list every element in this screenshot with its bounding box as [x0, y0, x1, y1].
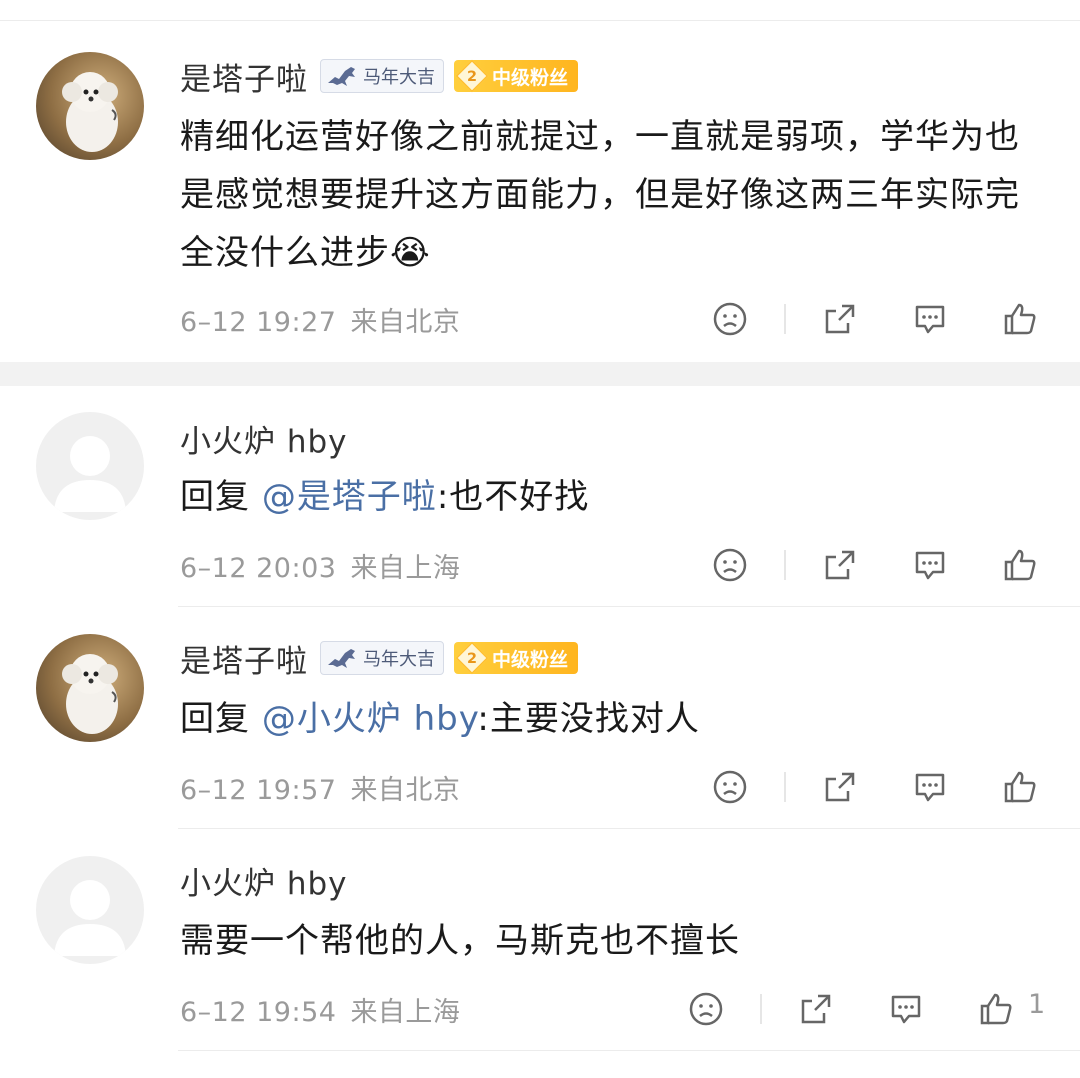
action-bar	[700, 297, 1050, 341]
comment-text: 回复 @小火炉 hby:主要没找对人	[180, 690, 1040, 748]
year-badge[interactable]: 马年大吉	[320, 59, 444, 93]
timestamp: 6–12 19:54	[180, 997, 337, 1028]
username[interactable]: 是塔子啦	[180, 54, 308, 99]
comment-header: 是塔子啦 马年大吉 2 中级粉丝	[180, 636, 579, 681]
share-icon[interactable]	[820, 767, 860, 807]
location: 来自北京	[350, 775, 461, 806]
comment-meta: 6–12 20:03 来自上海	[180, 546, 460, 585]
username[interactable]: 小火炉 hby	[180, 416, 348, 461]
action-separator	[760, 994, 762, 1024]
action-bar: 1	[676, 987, 1045, 1031]
avatar[interactable]	[36, 634, 144, 742]
comment-meta: 6–12 19:57 来自北京	[180, 768, 460, 807]
comment-header: 小火炉 hby	[180, 858, 348, 902]
comment-bubble-icon[interactable]	[910, 767, 950, 807]
action-bar	[700, 543, 1050, 587]
year-badge-label: 马年大吉	[363, 649, 435, 670]
action-separator	[784, 304, 786, 334]
like-count: 1	[1028, 989, 1046, 1020]
row-divider	[178, 828, 1080, 829]
comment-bubble-icon[interactable]	[910, 545, 950, 585]
comment-body: :主要没找对人	[477, 699, 700, 739]
row-divider	[178, 1050, 1080, 1051]
fan-badge[interactable]: 2 中级粉丝	[454, 641, 579, 675]
comment-text: 回复 @是塔子啦:也不好找	[180, 468, 1040, 526]
comment-text: 需要一个帮他的人，马斯克也不擅长	[180, 912, 1040, 970]
horse-icon	[328, 649, 355, 668]
reply-prefix: 回复	[180, 699, 250, 739]
frown-face-icon[interactable]	[710, 767, 750, 807]
crying-laugh-emoji: 😭	[390, 233, 431, 273]
comment-header: 是塔子啦 马年大吉 2 中级粉丝	[180, 54, 579, 99]
action-separator	[784, 772, 786, 802]
frown-face-icon[interactable]	[686, 989, 726, 1029]
thumbs-up-icon[interactable]	[976, 989, 1016, 1029]
top-divider	[0, 20, 1080, 21]
fan-level-icon: 2	[455, 641, 489, 675]
fan-badge[interactable]: 2 中级粉丝	[454, 59, 579, 93]
timestamp: 6–12 20:03	[180, 553, 337, 584]
frown-face-icon[interactable]	[710, 299, 750, 339]
share-icon[interactable]	[820, 299, 860, 339]
comment-meta: 6–12 19:27 来自北京	[180, 300, 460, 339]
fan-badge-label: 中级粉丝	[492, 648, 569, 671]
thumbs-up-icon[interactable]	[1000, 545, 1040, 585]
timestamp: 6–12 19:57	[180, 775, 337, 806]
avatar[interactable]	[36, 412, 144, 520]
default-avatar-icon	[54, 436, 126, 512]
mention-link[interactable]: @小火炉 hby	[262, 699, 478, 739]
horse-icon	[328, 67, 355, 86]
action-separator	[784, 550, 786, 580]
timestamp: 6–12 19:27	[180, 307, 337, 338]
share-icon[interactable]	[820, 545, 860, 585]
year-badge-label: 马年大吉	[363, 67, 435, 88]
location: 来自上海	[350, 997, 461, 1028]
comment-text: 精细化运营好像之前就提过，一直就是弱项，学华为也是感觉想要提升这方面能力，但是好…	[180, 108, 1040, 282]
thumbs-up-icon[interactable]	[1000, 767, 1040, 807]
username[interactable]: 是塔子啦	[180, 636, 308, 681]
avatar[interactable]	[36, 52, 144, 160]
comment-body: 精细化运营好像之前就提过，一直就是弱项，学华为也是感觉想要提升这方面能力，但是好…	[180, 117, 1020, 273]
fan-badge-label: 中级粉丝	[492, 66, 569, 89]
location: 来自上海	[350, 553, 461, 584]
comment-bubble-icon[interactable]	[910, 299, 950, 339]
comment-bubble-icon[interactable]	[886, 989, 926, 1029]
row-divider	[178, 606, 1080, 607]
reply-prefix: 回复	[180, 477, 250, 517]
avatar[interactable]	[36, 856, 144, 964]
section-divider	[0, 362, 1080, 386]
comment-header: 小火炉 hby	[180, 416, 348, 460]
dog-avatar-image	[62, 654, 118, 734]
fan-level-icon: 2	[455, 59, 489, 93]
share-icon[interactable]	[796, 989, 836, 1029]
action-bar	[700, 765, 1050, 809]
mention-link[interactable]: @是塔子啦	[262, 477, 437, 517]
comment-body: 需要一个帮他的人，马斯克也不擅长	[180, 921, 740, 961]
frown-face-icon[interactable]	[710, 545, 750, 585]
location: 来自北京	[350, 307, 461, 338]
dog-avatar-image	[62, 72, 118, 152]
comment-body: :也不好找	[436, 477, 590, 517]
username[interactable]: 小火炉 hby	[180, 858, 348, 903]
year-badge[interactable]: 马年大吉	[320, 641, 444, 675]
comment-meta: 6–12 19:54 来自上海	[180, 990, 460, 1029]
default-avatar-icon	[54, 880, 126, 956]
thumbs-up-icon[interactable]	[1000, 299, 1040, 339]
